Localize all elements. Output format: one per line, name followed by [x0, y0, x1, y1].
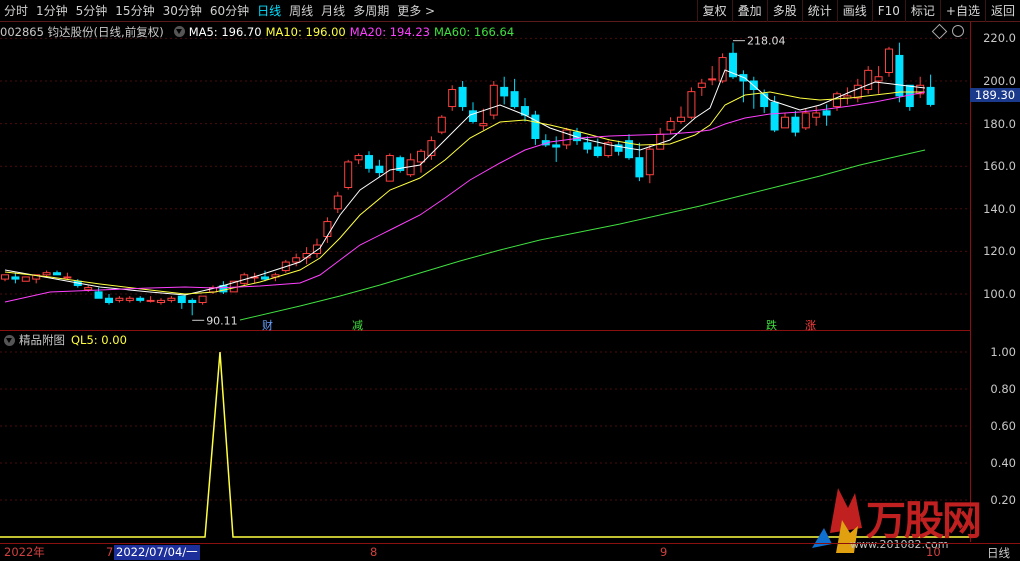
price-axis-label: 140.0 [983, 201, 1016, 216]
event-marker[interactable]: 涨 [805, 317, 816, 333]
candle-body [895, 54, 904, 97]
candle-body [656, 133, 665, 150]
high-label: 218.04 [747, 35, 786, 48]
tool-button-8[interactable]: 返回 [984, 0, 1020, 22]
candle-body [323, 221, 332, 237]
candle-body [146, 299, 155, 302]
current-price-tag: 189.30 [970, 88, 1020, 102]
candle-body [833, 93, 841, 108]
sub-menu-icon[interactable] [4, 334, 15, 346]
candle-body [781, 116, 789, 129]
candle-body [677, 116, 685, 122]
candle-body [697, 82, 706, 88]
candle-body [136, 297, 145, 301]
candle-body [84, 287, 93, 291]
candle-body [177, 295, 186, 304]
date-month-10: 10 [926, 545, 941, 559]
sub-axis-label: 0.60 [990, 419, 1016, 433]
candle-body [42, 272, 51, 276]
candle-body [635, 157, 644, 178]
candle-body [645, 148, 654, 176]
candle-body [500, 86, 509, 97]
candle-body [791, 116, 800, 133]
sub-axis-label: 0.40 [990, 456, 1016, 470]
sub-chart-title: 精品附图 QL5: 0.00 [0, 332, 127, 348]
event-marker[interactable]: 财 [262, 317, 273, 333]
price-axis-label: 200.0 [983, 74, 1016, 88]
candle-body [583, 142, 592, 150]
candle-body [21, 276, 30, 282]
candle-body [770, 101, 779, 131]
event-marker[interactable]: 减 [352, 317, 363, 333]
candle-body [812, 112, 821, 118]
candle-body [365, 155, 373, 169]
candle-body [167, 297, 176, 301]
date-axis-bar: 2022年 7 2022/07/04/一 8 9 10 日线 [0, 543, 1020, 561]
date-month-7: 7 [106, 545, 114, 559]
candle-body [333, 195, 342, 210]
candle-body [687, 91, 696, 118]
candle-body [63, 276, 72, 279]
candle-body [1, 274, 9, 280]
candle-body [344, 161, 353, 189]
candle-body [469, 110, 477, 122]
candle-body [385, 155, 394, 182]
candle-body [417, 150, 425, 163]
candle-body [760, 93, 769, 108]
candle-body [874, 76, 883, 82]
panel-divider [0, 330, 970, 331]
candle-body [666, 120, 675, 131]
candle-body [354, 155, 363, 161]
price-axis-label: 180.0 [983, 116, 1016, 131]
date-month-8: 8 [370, 545, 378, 559]
period-label: 日线 [987, 546, 1010, 560]
candle-body [708, 78, 717, 81]
candle-body [489, 84, 498, 116]
price-axis-label: 120.0 [983, 244, 1016, 259]
price-axis-label: 100.0 [983, 287, 1016, 301]
candle-body [188, 299, 197, 304]
candle-body [261, 276, 269, 280]
date-month-9: 9 [660, 545, 668, 559]
candle-body [853, 84, 862, 99]
candle-body [864, 69, 873, 91]
candle-body [157, 299, 165, 304]
candle-body [125, 297, 134, 301]
candle-body [593, 146, 602, 157]
price-chart[interactable]: 218.04 90.11 [0, 0, 970, 543]
candle-body [552, 144, 561, 148]
sub-axis-label: 1.00 [990, 345, 1016, 359]
price-axis-label: 160.0 [983, 159, 1016, 174]
date-year: 2022年 [4, 545, 45, 559]
candle-body [801, 112, 810, 129]
candle-body [448, 89, 457, 108]
price-axis-label: 220.0 [983, 31, 1016, 46]
candle-body [105, 297, 113, 304]
candle-body [479, 123, 488, 127]
candle-body [437, 116, 446, 133]
candle-body [458, 86, 467, 108]
candle-body [718, 57, 727, 82]
candle-body [11, 276, 20, 280]
ql5-label: QL5: 0.00 [71, 333, 127, 347]
candle-body [375, 165, 384, 174]
candle-body [885, 48, 893, 73]
candle-body [292, 257, 301, 263]
candle-body [926, 86, 935, 105]
event-marker[interactable]: 跌 [766, 317, 777, 333]
low-label: 90.11 [206, 314, 238, 327]
candle-body [53, 272, 61, 276]
candle-body [115, 297, 124, 301]
sub-title-label: 精品附图 [19, 333, 65, 347]
candle-body [198, 295, 207, 304]
candle-body [510, 91, 519, 108]
sub-axis-label: 0.80 [990, 382, 1016, 396]
selected-date: 2022/07/04/一 [114, 545, 200, 560]
candle-body [94, 291, 103, 299]
candle-body [822, 110, 831, 116]
